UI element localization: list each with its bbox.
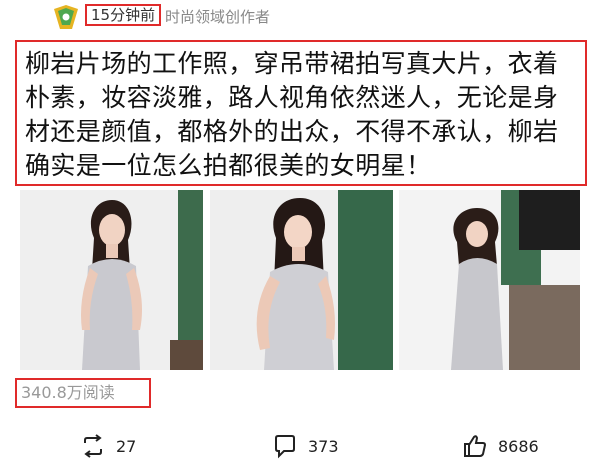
comment-icon [275,435,295,459]
comment-count: 373 [308,436,339,456]
creator-badge-icon[interactable] [52,3,82,31]
post-time: 15分钟前 [85,4,162,26]
post-header: 15分钟前 时尚领域创作者 [0,0,600,34]
repost-count: 27 [116,436,137,456]
post-text-box: 柳岩片场的工作照，穿吊带裙拍写真大片，衣着朴素，妆容淡雅，路人视角依然迷人，无论… [15,40,587,186]
like-button[interactable]: 8686 [462,432,539,460]
photo-1[interactable] [20,190,203,370]
repost-icon [84,434,102,458]
photo-3[interactable] [399,190,580,370]
like-count: 8686 [498,436,539,456]
read-count: 340.8万阅读 [15,378,151,408]
photo-2[interactable] [210,190,393,370]
author-tag: 时尚领域创作者 [165,8,271,26]
repost-button[interactable]: 27 [80,432,136,460]
comment-button[interactable]: 373 [272,432,339,460]
action-bar: 27 373 8686 [0,426,600,466]
photo-grid [20,190,580,370]
thumbs-up-icon [464,435,487,457]
post-text: 柳岩片场的工作照，穿吊带裙拍写真大片，衣着朴素，妆容淡雅，路人视角依然迷人，无论… [25,49,559,180]
